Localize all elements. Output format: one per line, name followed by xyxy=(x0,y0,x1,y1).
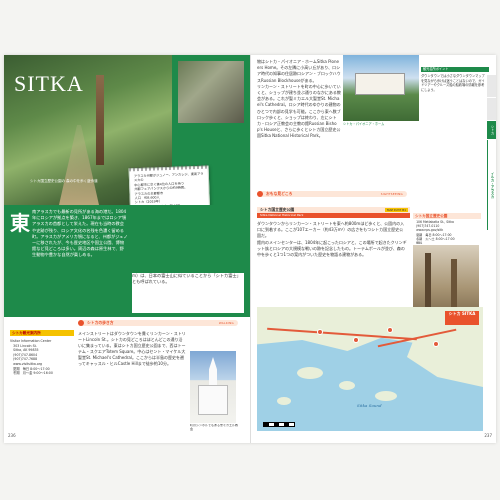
book-spread: SITKA シトカ国立歴史公園の 森の中を歩く遊歩道 アラスカ州都がジュノー、ア… xyxy=(4,55,496,443)
sightseeing-tag: SIGHTSEEING xyxy=(380,192,403,196)
tab-2[interactable] xyxy=(487,98,496,120)
map-pin[interactable] xyxy=(387,327,393,333)
totem-pole xyxy=(96,75,104,165)
info-label: シトカ観光案内所 xyxy=(10,330,74,336)
right-info-text: ダウンタウンでは小さなダウンタウンマップを見ながら歩けば迷うことはないので、ガイ… xyxy=(421,74,485,92)
body-text: 物はシトカ・パイオニア・ホームSitka Pioneers Home。その左隣に… xyxy=(257,59,341,139)
map-sound-label: Sitka Sound xyxy=(357,403,382,408)
photo-caption: シトカ国立歴史公園の 森の中を歩く遊歩道 xyxy=(30,179,98,183)
map-pin[interactable] xyxy=(353,337,359,343)
map-island xyxy=(375,391,397,401)
walk-tag: WALKING xyxy=(218,321,234,325)
map-pin[interactable] xyxy=(433,341,439,347)
intro-text: 南アラスカでも最新の見所がある海の港だ。1804年にロシアが拠点を築き、1867… xyxy=(32,209,128,258)
totem-pole-2 xyxy=(451,259,457,309)
page-number-left: 236 xyxy=(8,433,16,438)
park-title-text: シトカ国立歴史公園 xyxy=(260,207,295,212)
park-subtitle: Sitka National Historical Park xyxy=(257,213,410,218)
tab-sitka[interactable]: シトカ xyxy=(487,121,496,139)
map-city-label: シトカ SITKA xyxy=(445,311,479,325)
walk-text: メインストリートはダウンタウンを貫くリンカーン・ストリートLincoln St.… xyxy=(78,331,186,366)
tab-inside-passage[interactable]: イルカ・アラスカ xyxy=(487,140,496,230)
totem-pole-1 xyxy=(425,253,431,309)
side-tabs: シトカ イルカ・アラスカ xyxy=(487,75,496,231)
walk-icon xyxy=(78,320,84,326)
walk-header-label: シトカの歩き方 xyxy=(87,320,114,325)
info-text: Visitor Information Center 303 Lincoln S… xyxy=(10,339,53,376)
church-photo xyxy=(190,351,236,423)
photo1-caption: シトカ・パイオニア・ホーム xyxy=(343,122,385,126)
map-island xyxy=(339,381,355,390)
sitka-map[interactable]: シトカ SITKA Sitka Sound xyxy=(257,307,483,431)
walk-header: シトカの歩き方 WALKING xyxy=(78,320,238,326)
map-island xyxy=(297,367,323,379)
church-body xyxy=(198,385,228,415)
page-title: SITKA xyxy=(14,71,84,96)
sightseeing-header-label: おもな見どころ xyxy=(266,191,293,196)
left-page: SITKA シトカ国立歴史公園の 森の中を歩く遊歩道 アラスカ州都がジュノー、ア… xyxy=(4,55,250,443)
pioneer-home-building xyxy=(355,73,405,95)
park-map-ref[interactable]: MAP P.237 B1 xyxy=(385,207,408,212)
map-pin[interactable] xyxy=(317,329,323,335)
forest-path xyxy=(59,125,99,205)
church-caption: 町のシンボルでもある聖ミカエル教会 xyxy=(190,424,238,431)
map-scale-bar xyxy=(263,422,295,427)
church-spire xyxy=(209,357,217,388)
map-land-east xyxy=(407,337,483,387)
map-island xyxy=(277,397,291,405)
page-number-right: 237 xyxy=(484,433,492,438)
dropcap: 東 xyxy=(10,211,30,235)
visitor-text: 106 Metlakatla St., Sitka (907)747-0110 … xyxy=(416,220,455,244)
pioneer-home-photo xyxy=(343,55,419,121)
sidenote-text: m）は、日本の富士山に似ていることから「シトカ富士」とも呼ばれている。 xyxy=(132,273,244,313)
right-page: 物はシトカ・パイオニア・ホームSitka Pioneers Home。その左隣に… xyxy=(250,55,496,443)
sightseeing-icon xyxy=(257,191,263,197)
tab-1[interactable] xyxy=(487,75,496,97)
visitor-label: シトカ国立歴史公園 xyxy=(413,213,481,219)
side-photo xyxy=(178,61,244,123)
right-info-label: 観光名所ポイント xyxy=(421,67,489,72)
sightseeing-header: おもな見どころ SIGHTSEEING xyxy=(257,191,407,197)
park-text: ダウンタウンからリンカーン・ストリートを東へ約800mほど歩くと、公園内の入口に… xyxy=(257,221,407,258)
